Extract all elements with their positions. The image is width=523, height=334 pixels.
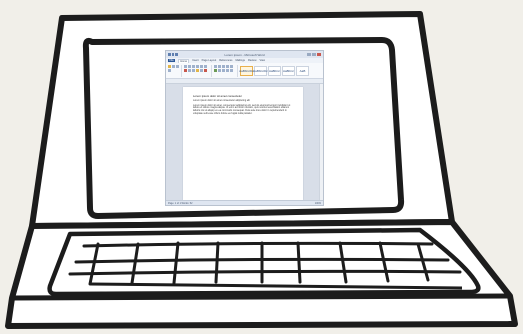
clipboard-group[interactable] xyxy=(168,64,182,77)
title-bar: Lorem ipsum - Microsoft Word xyxy=(166,51,323,58)
zoom-level[interactable]: 100% xyxy=(315,202,321,205)
document-body: Lorem ipsum dolor sit amet, consectetur … xyxy=(193,103,291,115)
window-controls[interactable] xyxy=(307,53,321,56)
style-no-spacing[interactable]: AaBbCcDc xyxy=(253,65,268,76)
window-title: Lorem ipsum - Microsoft Word xyxy=(224,52,265,57)
ribbon: AaBbCcDc AaBbCcDc AaBbCc AaBbCc AaB xyxy=(166,63,323,79)
tab-page-layout[interactable]: Page Layout xyxy=(202,59,217,62)
style-heading-1[interactable]: AaBbCc xyxy=(268,65,281,76)
document-area: Lorem ipsum dolor sit amet consectetur L… xyxy=(166,84,323,200)
close-icon[interactable] xyxy=(317,53,321,56)
style-normal[interactable]: AaBbCcDc xyxy=(239,65,254,76)
font-group[interactable] xyxy=(184,64,212,77)
tab-home[interactable]: Home xyxy=(178,58,190,63)
tab-file[interactable]: File xyxy=(168,59,176,62)
tab-insert[interactable]: Insert xyxy=(192,59,199,62)
paragraph-group[interactable] xyxy=(214,64,238,77)
word-window: Lorem ipsum - Microsoft Word File Home I… xyxy=(165,50,324,206)
document-page[interactable]: Lorem ipsum dolor sit amet consectetur L… xyxy=(183,87,303,200)
maximize-icon[interactable] xyxy=(312,53,316,56)
style-heading-2[interactable]: AaBbCc xyxy=(282,65,295,76)
tab-view[interactable]: View xyxy=(259,59,265,62)
status-bar: Page: 1 of 1 Words: 52 100% xyxy=(166,200,323,205)
tab-review[interactable]: Review xyxy=(248,59,257,62)
status-left: Page: 1 of 1 Words: 52 xyxy=(168,201,193,205)
document-subheading: Lorem ipsum dolor sit amet consectetur a… xyxy=(193,98,250,102)
minimize-icon[interactable] xyxy=(307,53,311,56)
tab-references[interactable]: References xyxy=(219,59,232,62)
style-title[interactable]: AaB xyxy=(296,65,309,76)
laptop-base-edge xyxy=(11,293,511,301)
document-heading: Lorem ipsum dolor sit amet consectetur xyxy=(193,94,242,98)
styles-gallery[interactable]: AaBbCcDc AaBbCcDc AaBbCc AaBbCc AaB xyxy=(239,65,309,77)
quick-access-toolbar[interactable] xyxy=(168,53,182,57)
tab-mailings[interactable]: Mailings xyxy=(235,59,245,62)
vertical-scrollbar[interactable] xyxy=(319,84,323,200)
